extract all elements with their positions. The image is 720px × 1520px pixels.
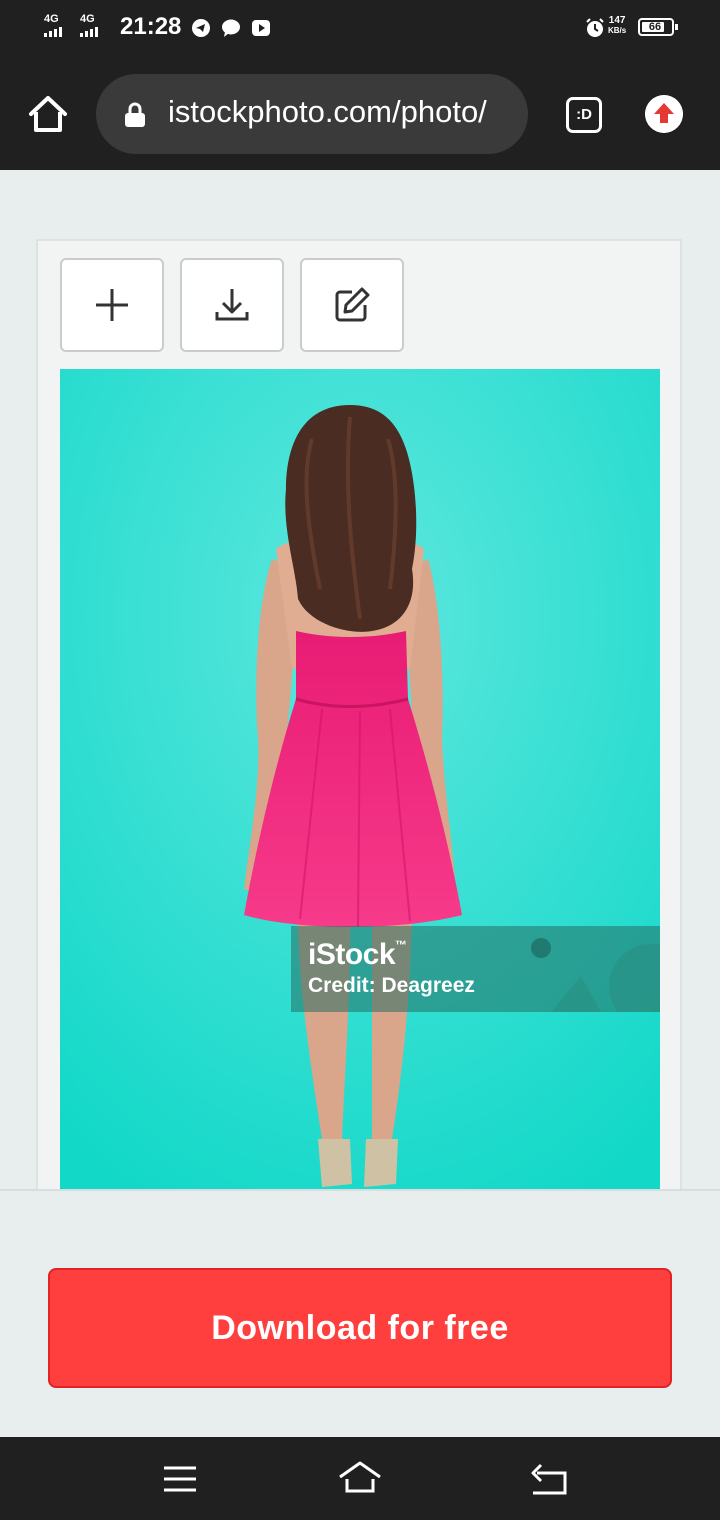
plus-icon bbox=[96, 289, 128, 321]
speed-unit: KB/s bbox=[608, 26, 627, 35]
battery-level: 66 bbox=[648, 21, 662, 33]
alarm-icon bbox=[586, 18, 604, 37]
arrow-up-icon[interactable] bbox=[645, 95, 683, 133]
speed-value: 147 bbox=[608, 15, 626, 26]
status-bar: 4G 4G 21:28 147 KB/s 66 bbox=[0, 0, 720, 58]
tab-switcher-button[interactable]: :D bbox=[566, 97, 602, 133]
stock-photo[interactable]: iStock™ Credit: Deagreez bbox=[60, 369, 660, 1189]
system-nav-bar bbox=[0, 1437, 720, 1520]
top-bar: 4G 4G 21:28 147 KB/s 66 istockphoto.com/… bbox=[0, 0, 720, 170]
network-speed: 147 KB/s bbox=[608, 16, 626, 36]
telegram-icon bbox=[192, 19, 210, 37]
signal-bars-icon bbox=[44, 25, 62, 37]
signal-2: 4G bbox=[80, 14, 98, 37]
watermark-brand-text: iStock bbox=[308, 938, 396, 971]
battery-cap bbox=[675, 24, 678, 30]
download-icon bbox=[215, 289, 249, 321]
network-label-2: 4G bbox=[80, 13, 95, 25]
battery-icon: 66 bbox=[638, 18, 678, 36]
home-outline-icon[interactable] bbox=[338, 1457, 382, 1501]
photo-credit: Credit: Deagreez bbox=[308, 974, 475, 997]
menu-icon[interactable] bbox=[158, 1457, 202, 1501]
home-icon[interactable] bbox=[26, 92, 70, 136]
edit-icon bbox=[335, 287, 370, 322]
photo-illustration bbox=[60, 369, 660, 1189]
watermark-banner: iStock™ Credit: Deagreez bbox=[291, 926, 660, 1012]
watermark-tm: ™ bbox=[395, 938, 407, 952]
signal-1: 4G bbox=[44, 14, 62, 37]
network-label-1: 4G bbox=[44, 13, 59, 25]
message-bubble-icon bbox=[222, 19, 240, 37]
address-bar[interactable]: istockphoto.com/photo/ bbox=[96, 74, 528, 154]
edit-button[interactable] bbox=[300, 258, 404, 352]
clock: 21:28 bbox=[120, 13, 182, 40]
download-for-free-button[interactable]: Download for free bbox=[48, 1268, 672, 1388]
youtube-icon bbox=[252, 20, 270, 36]
download-button[interactable] bbox=[180, 258, 284, 352]
lock-icon bbox=[125, 102, 145, 127]
signal-bars-icon bbox=[80, 25, 98, 37]
url-text: istockphoto.com/photo/ bbox=[168, 94, 487, 129]
back-icon[interactable] bbox=[527, 1457, 571, 1501]
watermark-shapes bbox=[531, 938, 660, 1012]
watermark-brand: iStock™ bbox=[308, 938, 407, 972]
add-button[interactable] bbox=[60, 258, 164, 352]
